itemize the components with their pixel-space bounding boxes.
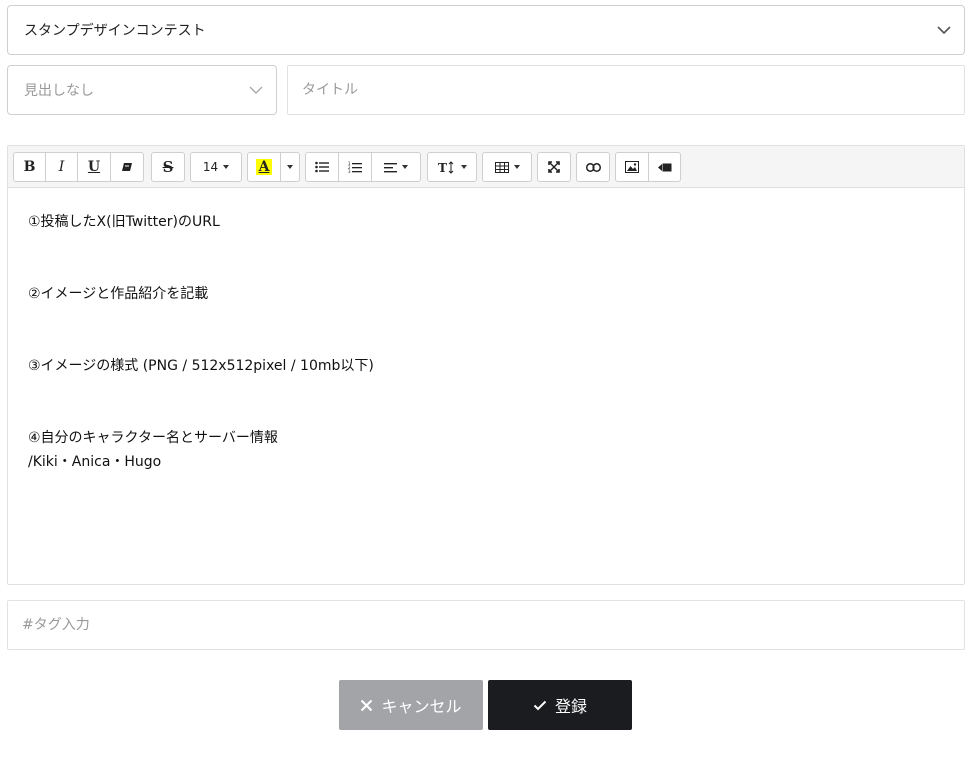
font-size-dropdown[interactable]: 14: [190, 152, 242, 182]
chevron-down-icon: [249, 86, 263, 94]
image-icon: [625, 161, 639, 173]
font-color-icon: A: [255, 159, 273, 175]
rich-text-editor: B I U S 14 A 1 2 3 T ①投稿したX(旧Twitter)のUR…: [7, 145, 965, 585]
toolbar-group-lists: 1 2 3: [305, 152, 421, 182]
font-color-dropdown[interactable]: [280, 152, 300, 182]
editor-line: [28, 402, 944, 426]
editor-line: ②イメージと作品紹介を記載: [28, 286, 209, 302]
video-button[interactable]: [648, 152, 681, 182]
text-height-icon: T: [438, 161, 453, 174]
video-icon: [657, 163, 671, 171]
editor-line: [28, 330, 944, 354]
expand-icon: [548, 161, 560, 173]
close-icon: [361, 699, 373, 711]
category-select-value: スタンプデザインコンテスト: [24, 23, 206, 39]
toolbar-group-lineheight: T: [427, 152, 477, 182]
table-icon: [494, 161, 509, 173]
numbered-list-icon: 1 2 3: [348, 161, 362, 174]
toolbar-group-fontsize: 14: [190, 152, 242, 182]
editor-line: ④自分のキャラクター名とサーバー情報: [28, 430, 278, 446]
font-size-value: 14: [202, 160, 219, 174]
caret-down-icon: [223, 165, 230, 169]
heading-select[interactable]: 見出しなし: [7, 65, 277, 115]
category-select[interactable]: スタンプデザインコンテスト: [7, 5, 965, 55]
image-button[interactable]: [615, 152, 649, 182]
title-input[interactable]: [287, 65, 965, 115]
cancel-button[interactable]: キャンセル: [339, 680, 483, 730]
font-color-button[interactable]: A: [247, 152, 281, 182]
clear-format-button[interactable]: [110, 152, 144, 182]
caret-down-icon: [513, 165, 520, 169]
submit-button[interactable]: 登録: [488, 680, 632, 730]
editor-line: /Kiki・Anica・Hugo: [28, 454, 162, 470]
line-height-dropdown[interactable]: T: [427, 152, 477, 182]
tag-input[interactable]: [7, 600, 965, 650]
link-button[interactable]: [576, 152, 610, 182]
align-left-icon: [384, 162, 397, 172]
toolbar-group-color: A: [247, 152, 300, 182]
caret-down-icon: [460, 165, 467, 169]
numbered-list-button[interactable]: 1 2 3: [338, 152, 372, 182]
editor-line: [28, 234, 944, 258]
editor-line: [28, 378, 944, 402]
check-icon: [533, 700, 547, 710]
cancel-button-label: キャンセル: [381, 697, 462, 716]
toolbar-group-strike: S: [151, 152, 185, 182]
svg-text:3: 3: [348, 169, 351, 174]
bullet-list-button[interactable]: [305, 152, 339, 182]
editor-line: ③イメージの様式 (PNG / 512x512pixel / 10mb以下): [28, 358, 374, 374]
toolbar-group-style: B I U: [13, 152, 144, 182]
bullet-list-icon: [315, 161, 329, 173]
toolbar-group-media: [615, 152, 681, 182]
bold-button[interactable]: B: [13, 152, 46, 182]
submit-button-label: 登録: [554, 697, 587, 716]
editor-line: ①投稿したX(旧Twitter)のURL: [28, 214, 220, 230]
svg-text:T: T: [438, 161, 447, 174]
caret-down-icon: [402, 165, 408, 169]
table-dropdown[interactable]: [482, 152, 532, 182]
link-icon: [585, 162, 601, 172]
caret-down-icon: [287, 165, 293, 169]
toolbar-group-link: [576, 152, 610, 182]
editor-toolbar: B I U S 14 A 1 2 3 T: [8, 146, 964, 188]
editor-content[interactable]: ①投稿したX(旧Twitter)のURL ②イメージと作品紹介を記載 ③イメージ…: [8, 188, 964, 496]
heading-select-value: 見出しなし: [24, 83, 94, 99]
chevron-down-icon: [937, 26, 951, 35]
toolbar-group-table: [482, 152, 532, 182]
eraser-icon: [122, 163, 132, 171]
fullscreen-button[interactable]: [537, 152, 571, 182]
editor-line: [28, 258, 944, 282]
align-dropdown[interactable]: [371, 152, 421, 182]
italic-button[interactable]: I: [45, 152, 78, 182]
editor-line: [28, 306, 944, 330]
toolbar-group-fullscreen: [537, 152, 571, 182]
strikethrough-button[interactable]: S: [151, 152, 185, 182]
underline-button[interactable]: U: [77, 152, 111, 182]
